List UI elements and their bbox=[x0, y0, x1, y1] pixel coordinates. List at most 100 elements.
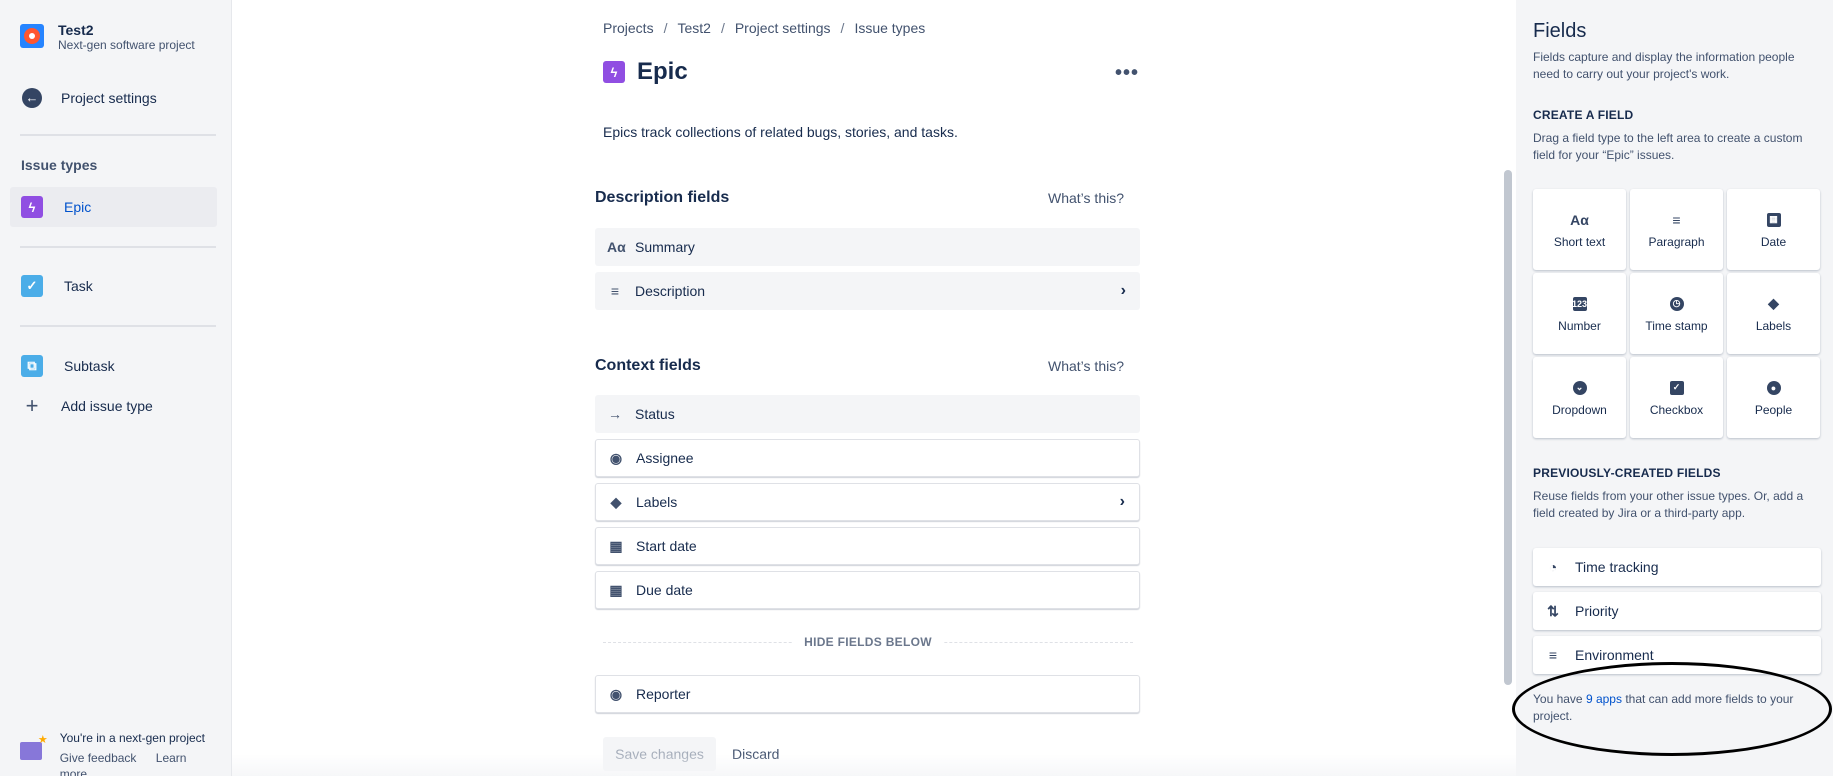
field-type-number[interactable]: 123 Number bbox=[1533, 273, 1626, 354]
footer-fade bbox=[232, 754, 1516, 776]
previous-field-time-tracking[interactable]: ◔ Time tracking bbox=[1533, 548, 1821, 586]
field-type-checkbox[interactable]: ✓ Checkbox bbox=[1630, 357, 1723, 438]
field-type-people[interactable]: ● People bbox=[1727, 357, 1820, 438]
tag-icon: ◆ bbox=[1768, 295, 1779, 311]
field-type-label: Number bbox=[1558, 318, 1601, 333]
epic-icon: ϟ bbox=[21, 196, 43, 218]
field-type-label: Dropdown bbox=[1552, 402, 1607, 417]
field-reporter[interactable]: ◉ Reporter bbox=[595, 675, 1140, 713]
person-icon: ◉ bbox=[609, 685, 623, 702]
sidebar-item-task[interactable]: ✓ Task bbox=[20, 274, 93, 298]
panel-title: Fields bbox=[1533, 20, 1587, 42]
sidebar-item-label: Task bbox=[64, 278, 93, 294]
checkbox-icon: ✓ bbox=[1669, 380, 1684, 395]
paragraph-icon: ≡ bbox=[1548, 647, 1558, 663]
short-text-icon: Aα bbox=[1570, 211, 1589, 228]
breadcrumb-project-settings[interactable]: Project settings bbox=[735, 20, 831, 36]
tag-icon: ◆ bbox=[610, 493, 622, 510]
add-issue-type-label: Add issue type bbox=[61, 398, 153, 414]
save-changes-button[interactable]: Save changes bbox=[603, 737, 716, 771]
field-label: Assignee bbox=[636, 450, 694, 466]
priority-icon: ⇅ bbox=[1547, 602, 1559, 619]
field-label: Start date bbox=[636, 538, 697, 554]
previous-field-label: Time tracking bbox=[1575, 559, 1659, 575]
hide-fields-divider: HIDE FIELDS BELOW bbox=[603, 635, 1133, 649]
paragraph-icon: ≡ bbox=[610, 283, 620, 299]
calendar-icon: ▦ bbox=[609, 537, 623, 554]
field-type-date[interactable]: ▦ Date bbox=[1727, 189, 1820, 270]
description-fields-heading: Description fields bbox=[595, 189, 730, 206]
sidebar-item-subtask[interactable]: ⧉ Subtask bbox=[20, 354, 115, 378]
breadcrumb-issue-types[interactable]: Issue types bbox=[854, 20, 925, 36]
give-feedback-link[interactable]: Give feedback bbox=[60, 751, 137, 765]
short-text-icon: Aα bbox=[607, 239, 626, 255]
issue-type-description[interactable]: Epics track collections of related bugs,… bbox=[603, 124, 958, 140]
add-issue-type-button[interactable]: + Add issue type bbox=[20, 393, 153, 418]
field-type-time-stamp[interactable]: ◷ Time stamp bbox=[1630, 273, 1723, 354]
description-whats-this-link[interactable]: What’s this? bbox=[1048, 190, 1124, 206]
create-field-heading: CREATE A FIELD bbox=[1533, 108, 1634, 122]
clock-icon: ◷ bbox=[1669, 296, 1684, 311]
field-type-label: Time stamp bbox=[1645, 318, 1708, 333]
calendar-icon: ▦ bbox=[1766, 212, 1781, 227]
project-avatar-icon bbox=[20, 24, 44, 48]
project-type: Next-gen software project bbox=[58, 38, 195, 52]
field-type-label: Checkbox bbox=[1649, 402, 1704, 417]
arrow-left-icon: ← bbox=[22, 88, 42, 108]
page-title: Epic bbox=[637, 58, 688, 85]
epic-icon: ϟ bbox=[603, 61, 625, 83]
task-icon: ✓ bbox=[21, 275, 43, 297]
field-type-short-text[interactable]: Aα Short text bbox=[1533, 189, 1626, 270]
chevron-right-icon: › bbox=[1120, 282, 1126, 299]
previous-field-label: Environment bbox=[1575, 647, 1654, 663]
breadcrumb-project[interactable]: Test2 bbox=[677, 20, 710, 36]
plus-icon: + bbox=[25, 393, 39, 418]
field-due-date[interactable]: ▦ Due date bbox=[595, 571, 1140, 609]
number-icon: 123 bbox=[1571, 296, 1588, 311]
divider bbox=[20, 325, 216, 327]
project-name: Test2 bbox=[58, 22, 94, 38]
field-type-labels[interactable]: ◆ Labels bbox=[1727, 273, 1820, 354]
project-header[interactable]: Test2 Next-gen software project bbox=[20, 22, 195, 52]
arrow-right-icon: → bbox=[608, 406, 622, 422]
field-description[interactable]: ≡ Description › bbox=[595, 272, 1140, 310]
field-label: Reporter bbox=[636, 686, 691, 702]
back-label: Project settings bbox=[61, 90, 157, 106]
previous-field-label: Priority bbox=[1575, 603, 1619, 619]
chevron-right-icon: › bbox=[1119, 493, 1125, 510]
folder-star-icon bbox=[20, 733, 47, 760]
person-icon: ◉ bbox=[609, 449, 623, 466]
create-field-text: Drag a field type to the left area to cr… bbox=[1533, 131, 1803, 162]
calendar-icon: ▦ bbox=[609, 581, 623, 598]
discard-button[interactable]: Discard bbox=[732, 737, 779, 771]
field-start-date[interactable]: ▦ Start date bbox=[595, 527, 1140, 565]
field-label: Description bbox=[635, 283, 706, 299]
field-type-paragraph[interactable]: ≡ Paragraph bbox=[1630, 189, 1723, 270]
field-labels[interactable]: ◆ Labels › bbox=[595, 483, 1140, 521]
stopwatch-icon: ◔ bbox=[1548, 559, 1558, 575]
field-label: Status bbox=[635, 406, 675, 422]
hide-fields-label: HIDE FIELDS BELOW bbox=[792, 635, 944, 649]
paragraph-icon: ≡ bbox=[1672, 211, 1681, 228]
person-icon: ● bbox=[1766, 380, 1781, 395]
page-header: ϟ Epic bbox=[603, 58, 688, 86]
sidebar-item-label: Subtask bbox=[64, 358, 115, 374]
divider bbox=[20, 246, 216, 248]
next-gen-footer: You're in a next-gen project Give feedba… bbox=[20, 730, 231, 776]
sidebar-item-epic[interactable]: ϟ Epic bbox=[20, 195, 91, 219]
field-label: Labels bbox=[636, 494, 678, 510]
issue-types-heading: Issue types bbox=[21, 157, 98, 173]
field-type-label: Paragraph bbox=[1648, 234, 1705, 249]
field-summary[interactable]: Aα Summary bbox=[595, 228, 1140, 266]
previous-fields-heading: PREVIOUSLY-CREATED FIELDS bbox=[1533, 466, 1721, 480]
back-to-project-settings[interactable]: ← Project settings bbox=[20, 86, 157, 110]
main-scrollbar[interactable] bbox=[1504, 170, 1512, 685]
subtask-icon: ⧉ bbox=[21, 355, 43, 377]
breadcrumb-projects[interactable]: Projects bbox=[603, 20, 654, 36]
field-type-dropdown[interactable]: ⌄ Dropdown bbox=[1533, 357, 1626, 438]
more-actions-icon[interactable]: ••• bbox=[1115, 58, 1139, 88]
field-assignee[interactable]: ◉ Assignee bbox=[595, 439, 1140, 477]
context-whats-this-link[interactable]: What’s this? bbox=[1048, 358, 1124, 374]
previous-field-priority[interactable]: ⇅ Priority bbox=[1533, 592, 1821, 630]
field-status[interactable]: → Status bbox=[595, 395, 1140, 433]
